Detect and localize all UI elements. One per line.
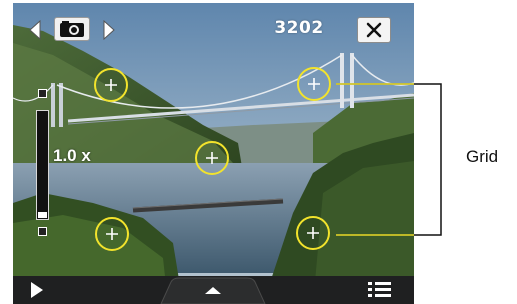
- grid-point: [297, 67, 331, 101]
- grid-point: [195, 141, 229, 175]
- grid-point: [296, 216, 330, 250]
- grid-overlay: [94, 67, 331, 251]
- menu-list-icon[interactable]: [363, 279, 397, 301]
- expand-panel-button[interactable]: [160, 277, 266, 304]
- camera-viewfinder[interactable]: 3202 1.0 x: [13, 3, 414, 304]
- grid-callout-label: Grid: [466, 147, 499, 166]
- page: { "camera": { "counter": "3202", "zoom_l…: [0, 0, 517, 304]
- play-arrow-icon[interactable]: [27, 278, 49, 302]
- grid-point: [95, 217, 129, 251]
- bottom-toolbar: [13, 276, 414, 304]
- grid-point: [94, 68, 128, 102]
